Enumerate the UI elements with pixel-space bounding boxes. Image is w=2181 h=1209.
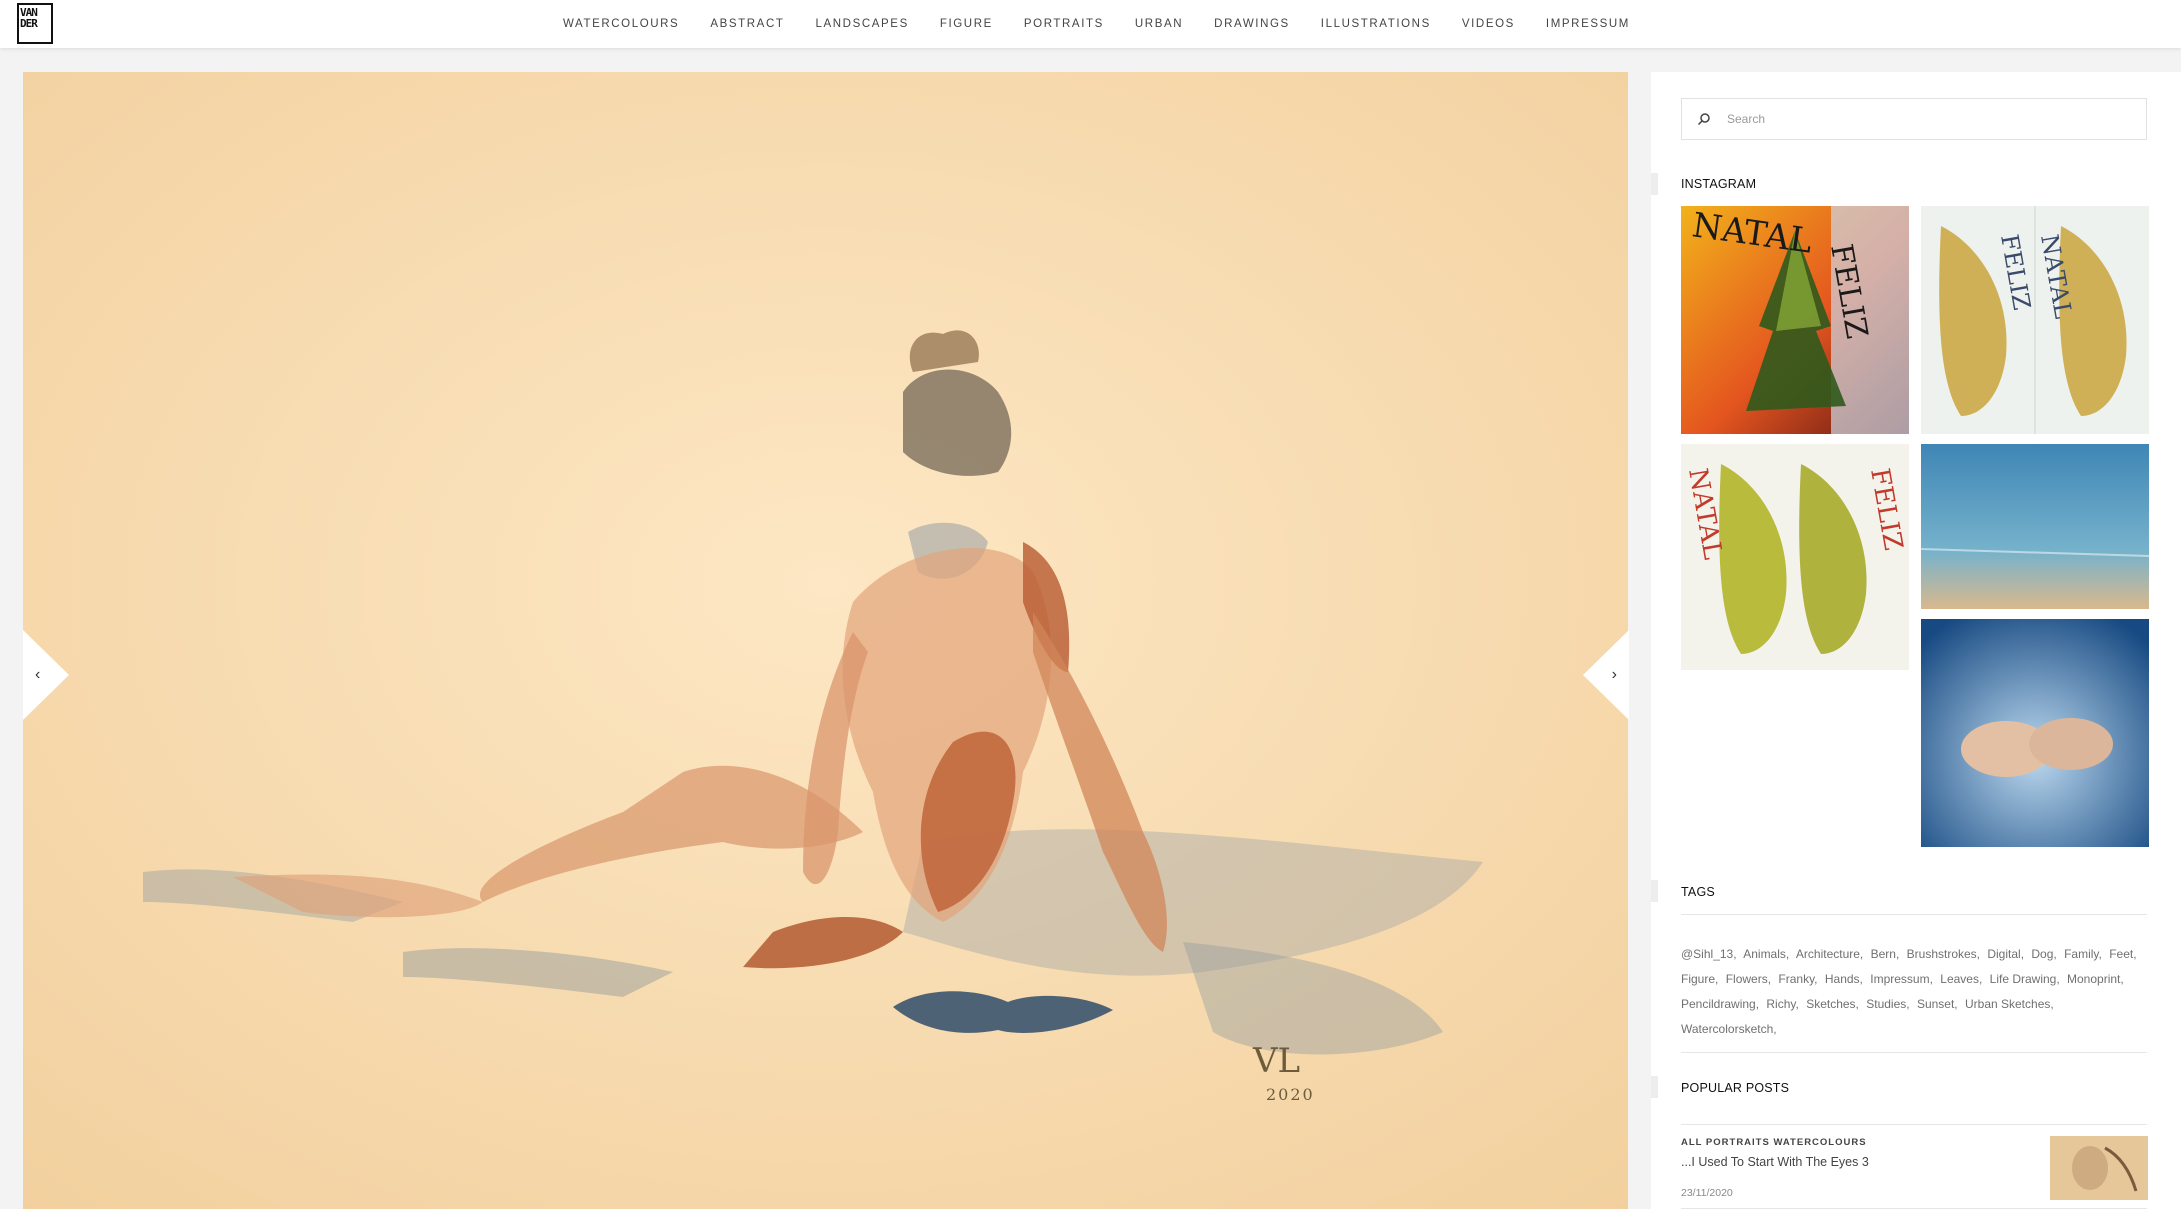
tag-link[interactable]: Impressum, (1870, 972, 1933, 986)
tags-title: TAGS (1681, 885, 1715, 899)
search-icon (1697, 113, 1710, 126)
signature-year: 2020 (1266, 1085, 1315, 1104)
nav-item-landscapes[interactable]: LANDSCAPES (816, 18, 909, 30)
sidebar: INSTAGRAM NATAL FELIZ FELIZ NATAL (1651, 72, 2181, 1209)
widget-marker (1651, 880, 1658, 902)
nav-item-figure[interactable]: FIGURE (940, 18, 993, 30)
watercolour-figure-image: VL 2020 (23, 72, 1628, 1209)
tag-link[interactable]: Dog, (2031, 947, 2056, 961)
tag-link[interactable]: Sketches, (1806, 997, 1859, 1011)
nav-item-watercolours[interactable]: WATERCOLOURS (563, 18, 679, 30)
tag-link[interactable]: Sunset, (1917, 997, 1958, 1011)
tag-link[interactable]: Flowers, (1726, 972, 1771, 986)
tag-link[interactable]: Studies, (1866, 997, 1909, 1011)
tag-link[interactable]: Animals, (1743, 947, 1789, 961)
nav-item-drawings[interactable]: DRAWINGS (1214, 18, 1290, 30)
tag-link[interactable]: Architecture, (1796, 947, 1863, 961)
tag-link[interactable]: Bern, (1871, 947, 1900, 961)
tags-bottom-divider (1681, 1052, 2147, 1053)
tag-link[interactable]: Monoprint, (2067, 972, 2124, 986)
tag-link[interactable]: Family, (2064, 947, 2102, 961)
tag-link[interactable]: Franky, (1778, 972, 1817, 986)
widget-marker (1651, 1076, 1658, 1098)
popular-posts-title: POPULAR POSTS (1681, 1081, 1790, 1095)
instagram-title: INSTAGRAM (1681, 177, 1757, 191)
tag-link[interactable]: Life Drawing, (1990, 972, 2060, 986)
chevron-left-icon: ‹ (35, 666, 41, 683)
tag-link[interactable]: Hands, (1825, 972, 1863, 986)
instagram-tile[interactable] (1921, 444, 2149, 609)
nav-item-abstract[interactable]: ABSTRACT (710, 18, 784, 30)
instagram-tile[interactable] (1921, 619, 2149, 847)
nav-item-videos[interactable]: VIDEOS (1462, 18, 1515, 30)
post-thumbnail[interactable] (2050, 1136, 2148, 1200)
tag-link[interactable]: Richy, (1766, 997, 1798, 1011)
tag-link[interactable]: Watercolorsketch, (1681, 1022, 1777, 1036)
popular-posts-divider (1681, 1124, 2147, 1125)
tag-link[interactable]: Digital, (1987, 947, 2024, 961)
widget-marker (1651, 173, 1658, 195)
chevron-right-icon: › (1611, 666, 1617, 683)
instagram-tile[interactable]: FELIZ NATAL (1921, 206, 2149, 434)
tags-divider (1681, 914, 2147, 915)
nav-item-portraits[interactable]: PORTRAITS (1024, 18, 1104, 30)
tag-link[interactable]: Leaves, (1940, 972, 1982, 986)
post-category[interactable]: ALL PORTRAITS WATERCOLOURS (1681, 1137, 1867, 1148)
tag-link[interactable]: Feet, (2109, 947, 2136, 961)
tag-link[interactable]: Brushstrokes, (1907, 947, 1980, 961)
post-date: 23/11/2020 (1681, 1187, 1733, 1199)
tag-cloud: @Sihl_13, Animals, Architecture, Bern, B… (1681, 942, 2151, 1042)
featured-painting: VL 2020 (23, 72, 1628, 1209)
instagram-tile[interactable]: NATAL FELIZ (1681, 444, 1909, 670)
tag-link[interactable]: Pencildrawing, (1681, 997, 1759, 1011)
instagram-tile[interactable]: NATAL FELIZ (1681, 206, 1909, 434)
main-navigation: WATERCOLOURS ABSTRACT LANDSCAPES FIGURE … (0, 0, 2181, 48)
search-input[interactable] (1725, 111, 2129, 127)
signature-initials: VL (1252, 1041, 1300, 1081)
post-title[interactable]: ...I Used To Start With The Eyes 3 (1681, 1155, 1869, 1169)
tag-link[interactable]: Urban Sketches, (1965, 997, 2054, 1011)
nav-item-illustrations[interactable]: ILLUSTRATIONS (1321, 18, 1431, 30)
nav-item-urban[interactable]: URBAN (1135, 18, 1183, 30)
nav-item-impressum[interactable]: IMPRESSUM (1546, 18, 1630, 30)
tag-link[interactable]: @Sihl_13, (1681, 947, 1737, 961)
top-bar: VAN DER WATERCOLOURS ABSTRACT LANDSCAPES… (0, 0, 2181, 48)
search-box[interactable] (1681, 98, 2147, 140)
tag-link[interactable]: Figure, (1681, 972, 1718, 986)
